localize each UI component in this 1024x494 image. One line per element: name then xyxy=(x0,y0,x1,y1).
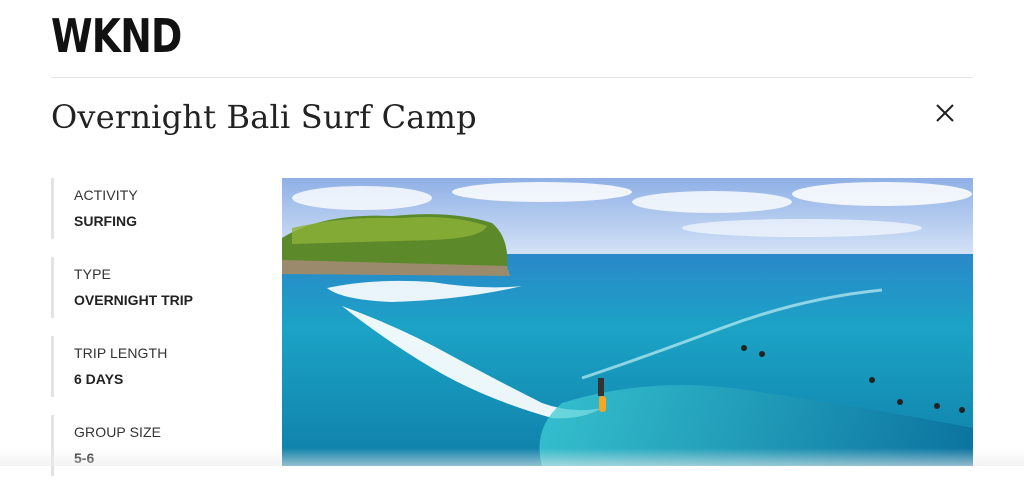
fact-trip-length: TRIP LENGTH 6 DAYS xyxy=(51,336,251,397)
hero-image xyxy=(282,178,973,466)
wknd-logo[interactable]: WKND xyxy=(51,11,182,61)
fact-group-size: GROUP SIZE 5-6 xyxy=(51,415,251,476)
trip-facts: ACTIVITY SURFING TYPE OVERNIGHT TRIP TRI… xyxy=(51,178,251,494)
fact-value: 5-6 xyxy=(74,450,95,466)
fact-value: SURFING xyxy=(74,213,137,229)
fact-label: TRIP LENGTH xyxy=(74,345,168,361)
fact-value: 6 DAYS xyxy=(74,371,124,387)
fact-type: TYPE OVERNIGHT TRIP xyxy=(51,257,251,318)
fact-value: OVERNIGHT TRIP xyxy=(74,292,194,308)
close-icon[interactable] xyxy=(935,103,955,123)
fact-label: ACTIVITY xyxy=(74,187,138,203)
fact-label: TYPE xyxy=(74,266,111,282)
fact-label: GROUP SIZE xyxy=(74,424,162,440)
page-title: Overnight Bali Surf Camp xyxy=(51,98,477,136)
site-header: WKND xyxy=(51,0,973,78)
fact-activity: ACTIVITY SURFING xyxy=(51,178,251,239)
